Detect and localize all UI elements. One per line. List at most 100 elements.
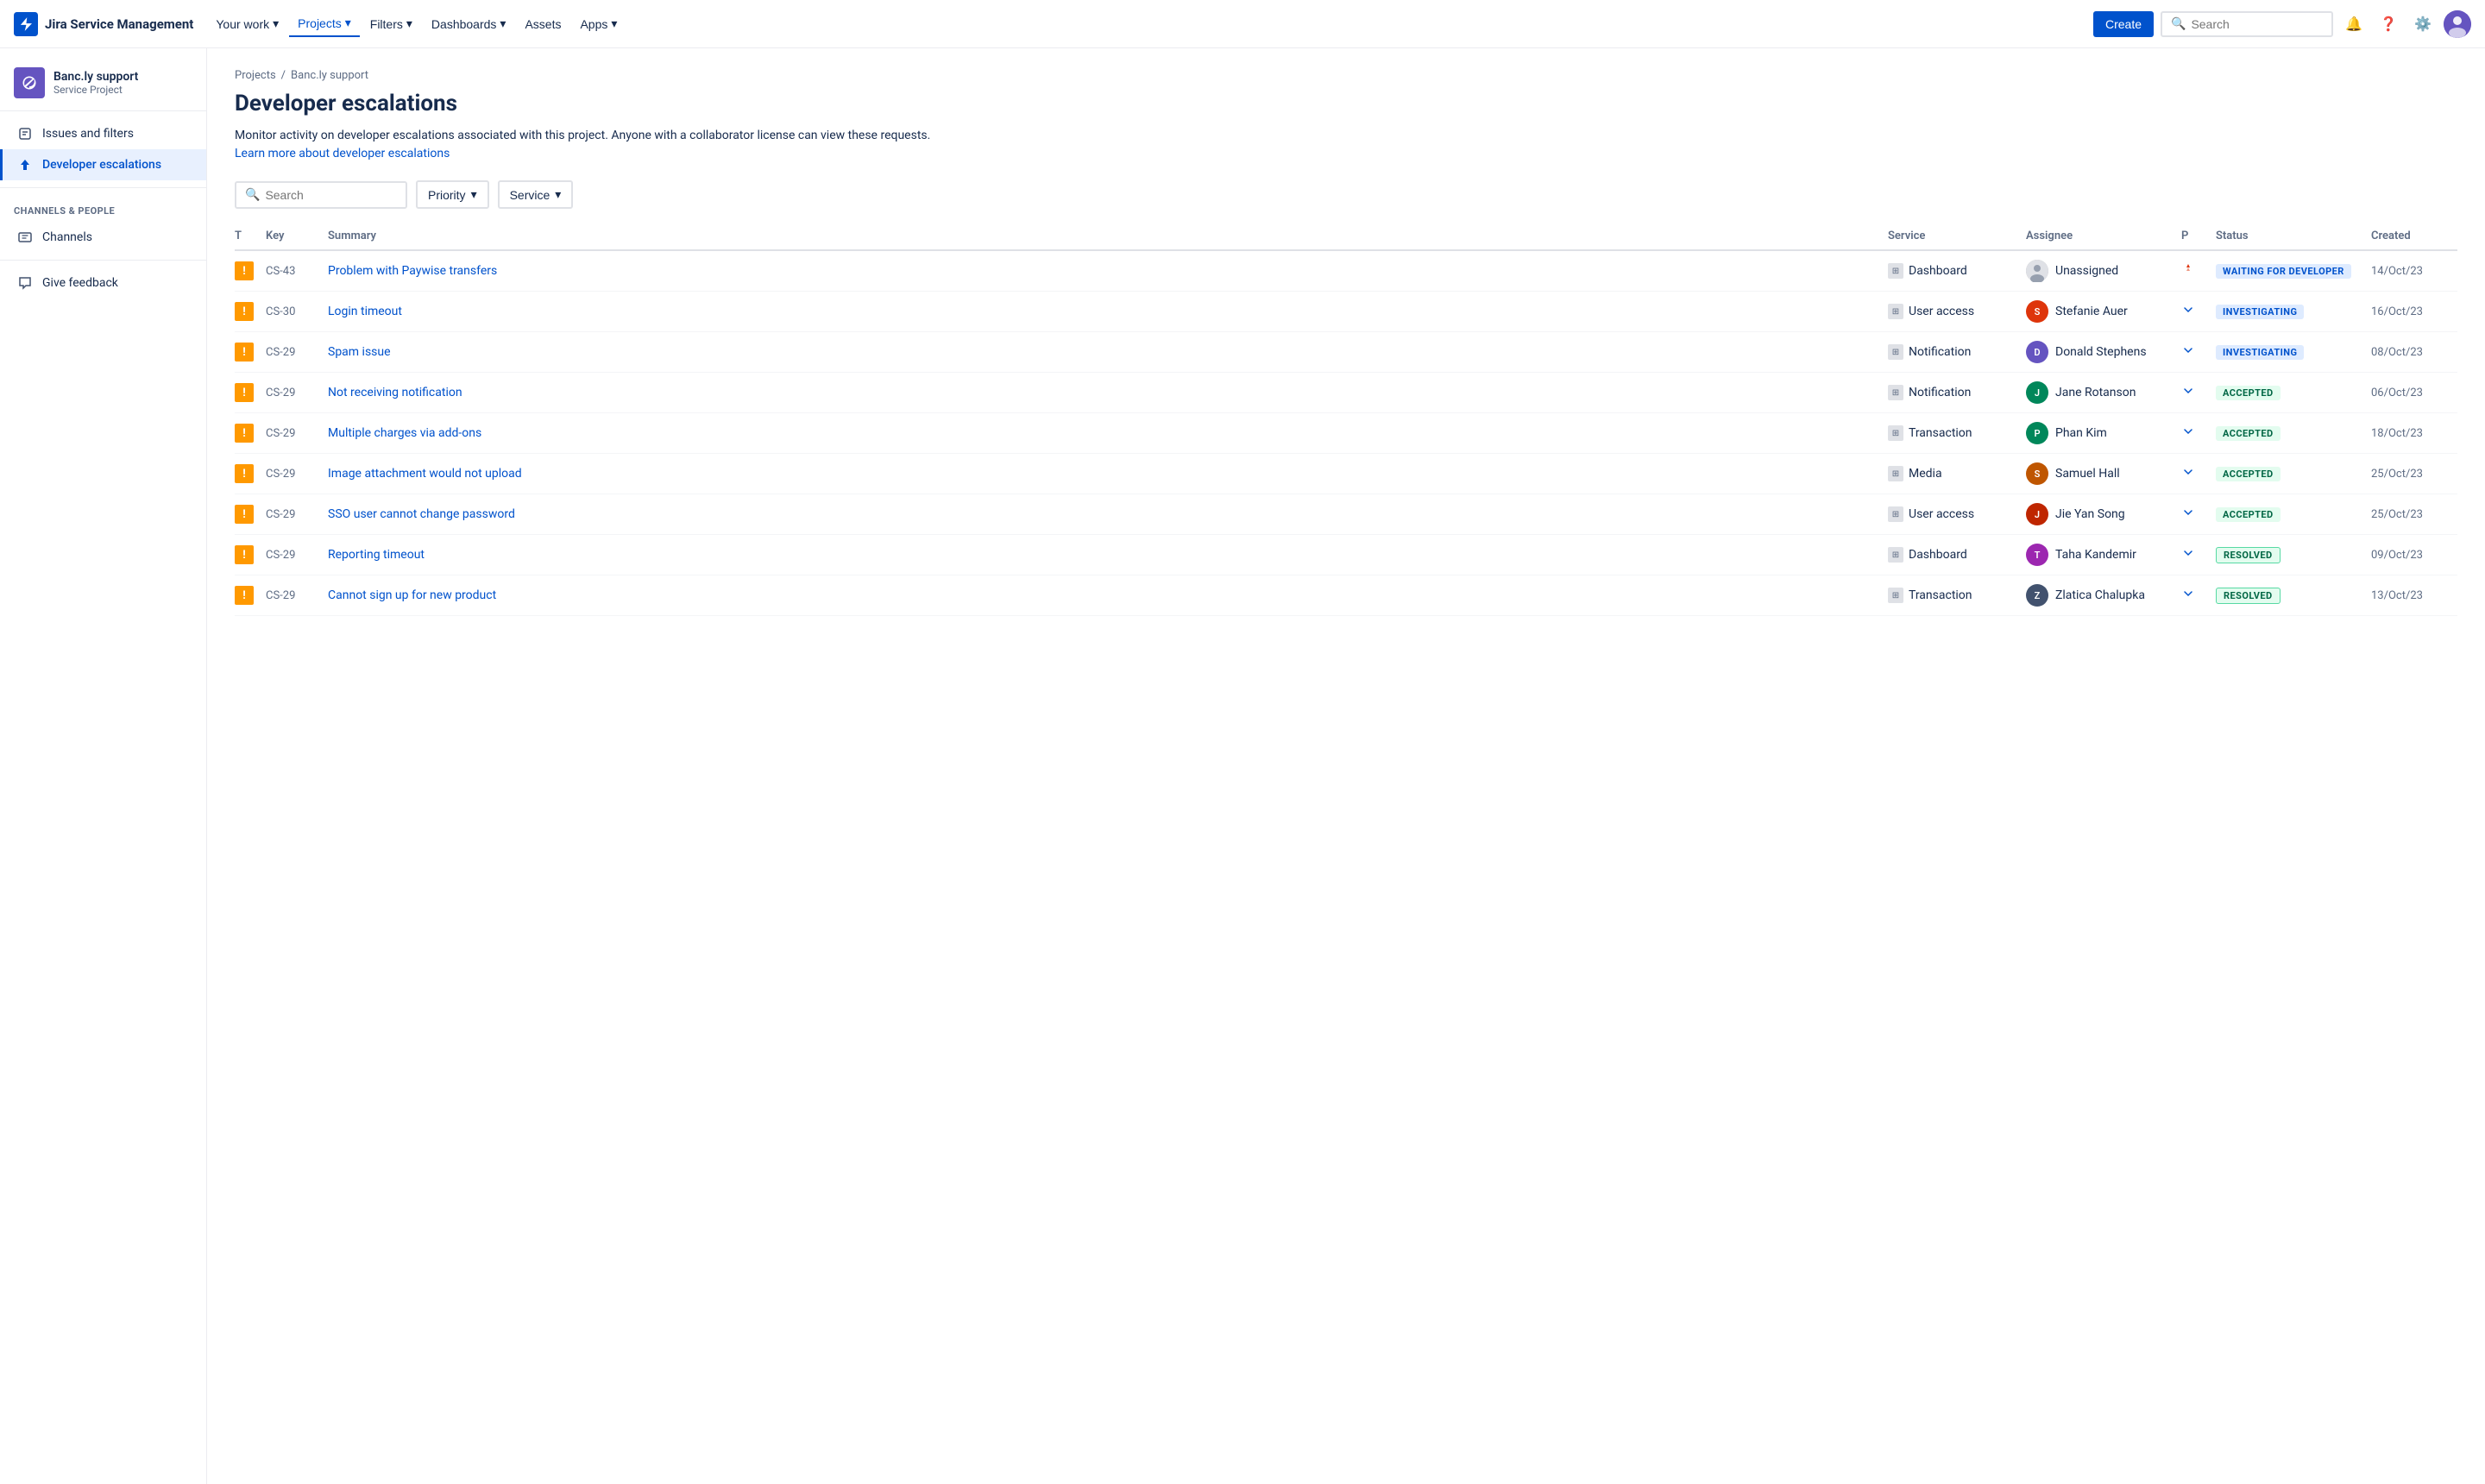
search-bar[interactable]: 🔍 [2161,11,2333,37]
assignee-name: Jie Yan Song [2055,507,2125,521]
nav-filters[interactable]: Filters ▾ [362,11,421,36]
issue-summary-link[interactable]: Login timeout [328,305,402,318]
issue-key: CS-43 [266,265,295,278]
priority-filter[interactable]: Priority ▾ [416,180,489,209]
assignee-cell: JJane Rotanson [2026,381,2171,404]
service-icon: ⊞ [1888,506,1903,522]
issue-summary-link[interactable]: Not receiving notification [328,386,462,399]
issue-summary-link[interactable]: Multiple charges via add-ons [328,426,481,440]
chevron-down-icon: ▾ [273,16,279,31]
issue-summary-link[interactable]: Cannot sign up for new product [328,588,496,602]
sidebar: Banc.ly support Service Project Issues a… [0,48,207,1484]
issue-type-icon: ! [235,586,254,605]
status-badge: RESOLVED [2216,588,2281,604]
chevron-down-icon: ▾ [555,187,561,202]
issue-type-icon: ! [235,505,254,524]
breadcrumb-projects[interactable]: Projects [235,69,276,82]
nav-projects[interactable]: Projects ▾ [289,10,360,37]
sidebar-project: Banc.ly support Service Project [0,59,206,111]
breadcrumb-project-name[interactable]: Banc.ly support [291,69,368,82]
status-badge: INVESTIGATING [2216,345,2304,360]
help-button[interactable]: ❓ [2375,10,2402,38]
project-name: Banc.ly support [53,70,138,84]
issue-summary-link[interactable]: Spam issue [328,345,391,359]
assignee-cell: DDonald Stephens [2026,341,2171,363]
page-layout: Banc.ly support Service Project Issues a… [0,48,2485,1484]
nav-dashboards[interactable]: Dashboards ▾ [423,11,515,36]
priority-icon [2181,547,2195,563]
created-date: 09/Oct/23 [2371,549,2423,562]
issues-table: T Key Summary Service Assignee P Status … [235,223,2457,616]
created-date: 16/Oct/23 [2371,305,2423,318]
status-badge: ACCEPTED [2216,386,2281,400]
service-name: User access [1909,507,1974,521]
priority-icon [2181,425,2195,442]
col-header-t: T [235,223,266,250]
issue-key: CS-29 [266,387,295,399]
avatar: S [2026,462,2048,485]
escalations-icon [16,156,34,173]
issue-summary-link[interactable]: Problem with Paywise transfers [328,264,497,278]
assignee-name: Donald Stephens [2055,345,2147,359]
service-icon: ⊞ [1888,385,1903,400]
table-header: T Key Summary Service Assignee P Status … [235,223,2457,250]
issue-type-icon: ! [235,545,254,564]
sidebar-item-escalations[interactable]: Developer escalations [0,149,206,180]
chevron-down-icon: ▾ [471,187,477,202]
issue-key: CS-29 [266,508,295,521]
service-icon: ⊞ [1888,263,1903,279]
nav-assets[interactable]: Assets [516,12,569,36]
topnav: Jira Service Management Your work ▾ Proj… [0,0,2485,48]
nav-your-work[interactable]: Your work ▾ [207,11,287,36]
created-date: 25/Oct/23 [2371,468,2423,481]
chevron-down-icon: ▾ [500,16,506,31]
logo-text: Jira Service Management [45,16,193,32]
issue-key: CS-29 [266,589,295,602]
sidebar-item-channels[interactable]: Channels [0,222,206,253]
service-filter[interactable]: Service ▾ [498,180,574,209]
sidebar-item-issues-label: Issues and filters [42,127,134,141]
service-cell: ⊞Dashboard [1888,263,2016,279]
issue-summary-link[interactable]: Reporting timeout [328,548,425,562]
service-icon: ⊞ [1888,547,1903,563]
priority-icon [2181,588,2195,604]
assignee-name: Samuel Hall [2055,467,2120,481]
sidebar-divider-bottom [0,260,206,261]
issue-key: CS-29 [266,468,295,481]
service-icon: ⊞ [1888,588,1903,603]
col-header-summary: Summary [328,223,1888,250]
priority-icon [2181,385,2195,401]
created-date: 06/Oct/23 [2371,387,2423,399]
nav-apps[interactable]: Apps ▾ [571,11,626,36]
service-cell: ⊞ Notification [1888,385,2016,400]
issue-key: CS-29 [266,346,295,359]
table-row: !CS-29Reporting timeout⊞DashboardTTaha K… [235,535,2457,575]
search-icon: 🔍 [2171,17,2186,31]
learn-more-link[interactable]: Learn more about developer escalations [235,147,450,160]
issue-summary-link[interactable]: Image attachment would not upload [328,467,522,481]
service-icon: ⊞ [1888,425,1903,441]
issue-type-icon: ! [235,383,254,402]
topnav-nav: Your work ▾ Projects ▾ Filters ▾ Dashboa… [207,10,626,37]
service-name: Dashboard [1909,548,1967,562]
assignee-name: Jane Rotanson [2055,386,2136,399]
logo[interactable]: Jira Service Management [14,12,193,36]
assignee-cell: PPhan Kim [2026,422,2171,444]
issues-icon [16,125,34,142]
status-badge: ACCEPTED [2216,426,2281,441]
filter-search-input[interactable] [265,188,397,202]
settings-button[interactable]: ⚙️ [2409,10,2437,38]
notifications-button[interactable]: 🔔 [2340,10,2368,38]
create-button[interactable]: Create [2093,11,2154,37]
search-input[interactable] [2191,17,2323,31]
col-header-service: Service [1888,223,2026,250]
col-header-p: P [2181,223,2216,250]
filter-search-box[interactable]: 🔍 [235,181,407,209]
sidebar-item-issues[interactable]: Issues and filters [0,118,206,149]
service-cell: ⊞ User access [1888,506,2016,522]
service-name: Notification [1909,386,1971,399]
priority-icon [2181,506,2195,523]
issue-summary-link[interactable]: SSO user cannot change password [328,507,515,521]
sidebar-item-feedback[interactable]: Give feedback [0,267,206,299]
user-avatar[interactable] [2444,10,2471,38]
